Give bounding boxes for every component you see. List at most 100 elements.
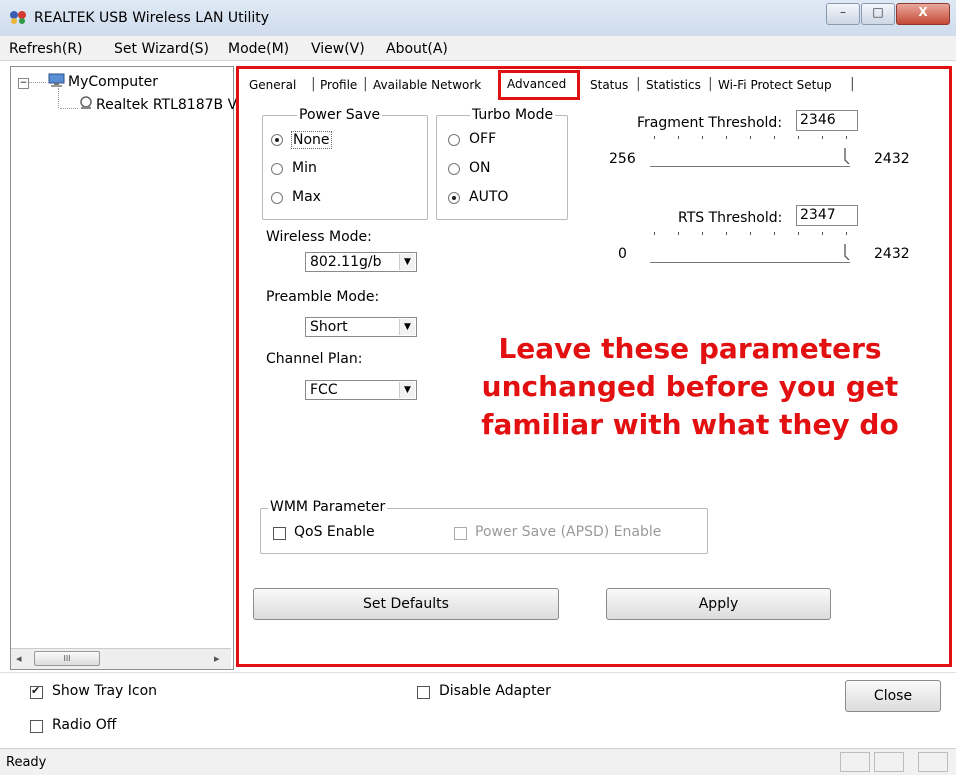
chevron-down-icon: ▼ <box>399 382 415 398</box>
turbo-auto-label[interactable]: AUTO <box>469 189 508 205</box>
tab-status[interactable]: Status <box>590 78 628 92</box>
set-defaults-button[interactable]: Set Defaults <box>253 588 559 620</box>
maximize-icon: □ <box>872 5 884 19</box>
preamble-mode-select[interactable]: Short ▼ <box>305 317 417 337</box>
tree-connector <box>28 82 46 83</box>
show-tray-icon-checkbox[interactable] <box>30 684 43 699</box>
power-save-max-label[interactable]: Max <box>292 189 321 205</box>
status-pane <box>840 752 870 772</box>
disable-adapter-label[interactable]: Disable Adapter <box>439 683 551 699</box>
fragment-threshold-input[interactable]: 2346 <box>796 110 858 131</box>
radio-off-checkbox[interactable] <box>30 720 43 733</box>
minimize-icon: – <box>840 5 846 19</box>
menu-mode[interactable]: Mode(M) <box>228 41 289 57</box>
fragment-threshold-slider[interactable] <box>648 136 860 176</box>
scroll-thumb[interactable]: III <box>34 651 100 666</box>
warning-annotation: Leave these parameters unchanged before … <box>440 330 940 444</box>
status-text: Ready <box>6 755 47 770</box>
tab-profile[interactable]: Profile <box>320 78 357 92</box>
fragment-slider-thumb[interactable] <box>844 148 854 164</box>
tree-connector <box>58 88 59 108</box>
tree-item-mycomputer[interactable]: MyComputer <box>68 74 158 90</box>
turbo-mode-legend: Turbo Mode <box>470 107 556 123</box>
turbo-off-radio[interactable] <box>448 134 460 146</box>
tab-advanced[interactable]: Advanced <box>507 77 566 91</box>
channel-plan-label: Channel Plan: <box>266 351 363 367</box>
tab-separator: | <box>850 76 855 92</box>
slider-tick <box>774 136 775 139</box>
set-defaults-label: Set Defaults <box>363 596 449 612</box>
tree-collapse-toggle[interactable]: − <box>18 78 29 89</box>
menu-set-wizard[interactable]: Set Wizard(S) <box>114 41 209 57</box>
menu-about[interactable]: About(A) <box>386 41 448 57</box>
disable-adapter-checkbox[interactable] <box>417 686 430 699</box>
status-pane <box>918 752 948 772</box>
wireless-mode-value: 802.11g/b <box>310 254 382 270</box>
turbo-auto-radio[interactable] <box>448 192 460 204</box>
slider-tick <box>702 232 703 235</box>
scroll-left-icon[interactable]: ◂ <box>16 652 22 665</box>
power-save-none-label[interactable]: None <box>291 131 332 149</box>
minimize-button[interactable]: – <box>826 3 860 25</box>
rts-threshold-input[interactable]: 2347 <box>796 205 858 226</box>
tab-separator: | <box>636 76 641 92</box>
wireless-mode-select[interactable]: 802.11g/b ▼ <box>305 252 417 272</box>
power-save-min-label[interactable]: Min <box>292 160 317 176</box>
slider-tick <box>822 136 823 139</box>
tab-separator: | <box>363 76 368 92</box>
wmm-legend: WMM Parameter <box>268 499 388 515</box>
tree-connector <box>60 108 78 109</box>
apply-button[interactable]: Apply <box>606 588 831 620</box>
power-save-none-radio[interactable] <box>271 134 283 146</box>
channel-plan-select[interactable]: FCC ▼ <box>305 380 417 400</box>
turbo-off-label[interactable]: OFF <box>469 131 496 147</box>
apply-label: Apply <box>698 596 739 612</box>
close-window-button[interactable]: X <box>896 3 950 25</box>
status-bar <box>0 748 956 775</box>
slider-tick <box>654 136 655 139</box>
menu-view[interactable]: View(V) <box>311 41 365 57</box>
tree-item-adapter[interactable]: Realtek RTL8187B V <box>96 97 237 113</box>
power-save-min-radio[interactable] <box>271 163 283 175</box>
chevron-down-icon: ▼ <box>399 319 415 335</box>
slider-tick <box>798 232 799 235</box>
rts-slider-thumb[interactable] <box>844 244 854 260</box>
turbo-on-label[interactable]: ON <box>469 160 491 176</box>
slider-tick <box>846 232 847 235</box>
tab-separator: | <box>311 76 316 92</box>
rts-threshold-slider[interactable] <box>648 232 860 272</box>
wireless-adapter-icon <box>80 96 92 109</box>
scroll-right-icon[interactable]: ▸ <box>214 652 220 665</box>
channel-plan-value: FCC <box>310 382 338 398</box>
slider-tick <box>702 136 703 139</box>
apsd-enable-label[interactable]: Power Save (APSD) Enable <box>475 524 661 540</box>
tab-wifi-protect-setup[interactable]: Wi-Fi Protect Setup <box>718 78 832 92</box>
close-button[interactable]: Close <box>845 680 941 712</box>
maximize-button[interactable]: □ <box>861 3 895 25</box>
realtek-app-icon <box>10 11 26 24</box>
warning-line: familiar with what they do <box>481 408 899 441</box>
turbo-on-radio[interactable] <box>448 163 460 175</box>
close-label: Close <box>873 688 913 704</box>
rts-max-label: 2432 <box>874 246 910 262</box>
slider-tick <box>750 136 751 139</box>
qos-enable-checkbox[interactable] <box>273 527 286 540</box>
show-tray-icon-label[interactable]: Show Tray Icon <box>52 683 157 699</box>
power-save-legend: Power Save <box>297 107 383 123</box>
bottom-separator <box>0 672 956 673</box>
radio-off-label[interactable]: Radio Off <box>52 717 116 733</box>
apsd-enable-checkbox[interactable] <box>454 527 467 540</box>
power-save-max-radio[interactable] <box>271 192 283 204</box>
slider-tick <box>750 232 751 235</box>
device-tree[interactable] <box>10 66 234 670</box>
slider-tick <box>798 136 799 139</box>
tab-separator: | <box>708 76 713 92</box>
tab-general[interactable]: General <box>249 78 296 92</box>
rts-min-label: 0 <box>618 246 627 262</box>
slider-tick <box>678 232 679 235</box>
rts-slider-track <box>650 262 850 264</box>
qos-enable-label[interactable]: QoS Enable <box>294 524 375 540</box>
menu-refresh[interactable]: Refresh(R) <box>9 41 83 57</box>
tab-statistics[interactable]: Statistics <box>646 78 701 92</box>
tab-available-network[interactable]: Available Network <box>373 78 481 92</box>
